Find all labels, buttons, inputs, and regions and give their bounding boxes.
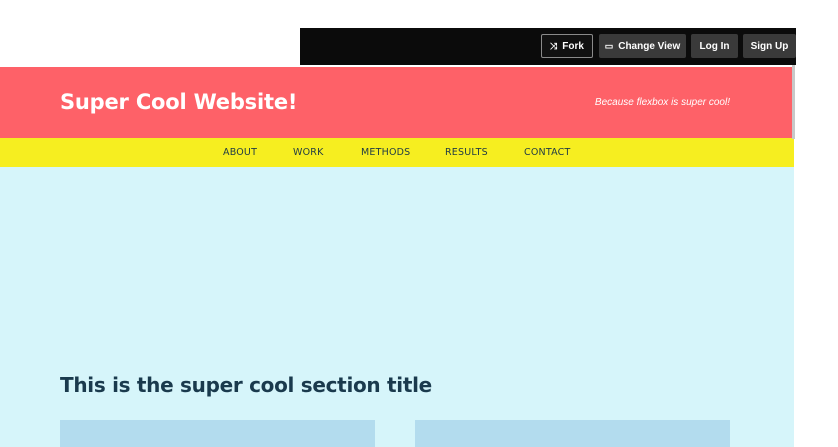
nav-item-about[interactable]: ABOUT xyxy=(223,147,257,158)
main-content: This is the super cool section title xyxy=(0,167,794,447)
site-title: Super Cool Website! xyxy=(60,90,298,114)
nav-item-work[interactable]: WORK xyxy=(293,147,324,158)
site-tagline: Because flexbox is super cool! xyxy=(594,97,730,108)
content-card xyxy=(415,420,730,447)
fork-icon: ⤨ xyxy=(550,40,558,51)
login-button[interactable]: Log In xyxy=(691,34,738,58)
editor-toolbar: ⤨ Fork ▭ Change View Log In Sign Up xyxy=(300,28,796,65)
nav-item-results[interactable]: RESULTS xyxy=(445,147,488,158)
site-preview: Super Cool Website! Because flexbox is s… xyxy=(0,65,794,447)
fork-button[interactable]: ⤨ Fork xyxy=(541,34,593,58)
layout-icon: ▭ xyxy=(604,40,614,51)
fork-label: Fork xyxy=(562,40,584,52)
change-view-button[interactable]: ▭ Change View xyxy=(599,34,686,58)
scrollbar[interactable] xyxy=(792,65,795,139)
nav-item-contact[interactable]: CONTACT xyxy=(524,147,570,158)
section-title: This is the super cool section title xyxy=(60,373,432,397)
content-card xyxy=(60,420,375,447)
site-header: Super Cool Website! Because flexbox is s… xyxy=(0,67,794,138)
signup-label: Sign Up xyxy=(750,40,789,52)
change-view-label: Change View xyxy=(618,40,681,52)
site-nav: ABOUT WORK METHODS RESULTS CONTACT xyxy=(0,138,794,167)
login-label: Log In xyxy=(699,40,730,52)
signup-button[interactable]: Sign Up xyxy=(743,34,796,58)
nav-item-methods[interactable]: METHODS xyxy=(361,147,410,158)
